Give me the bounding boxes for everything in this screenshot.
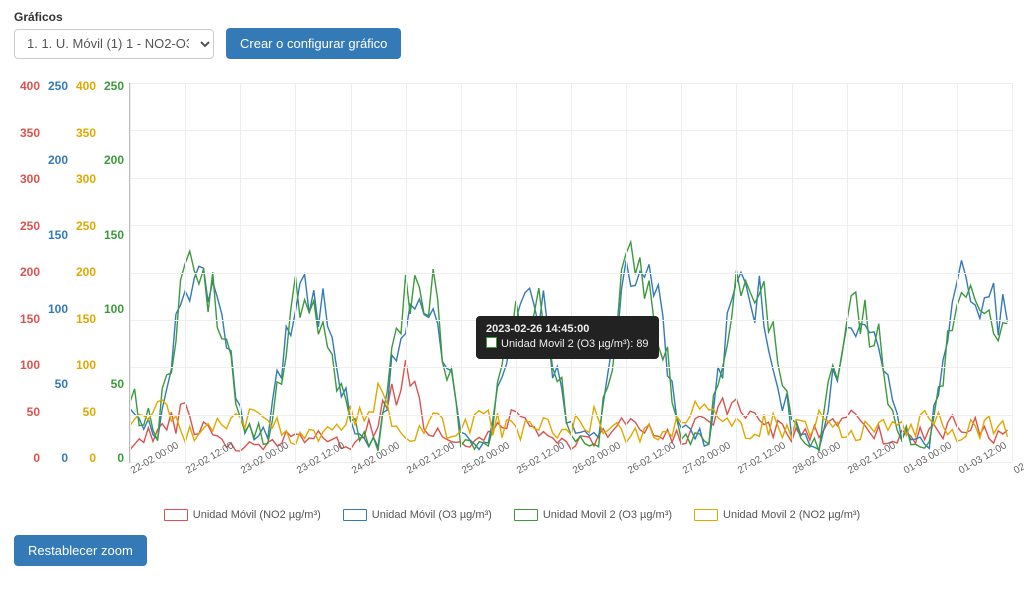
- legend-swatch: [164, 509, 188, 521]
- chart-tooltip: 2023-02-26 14:45:00 Unidad Movil 2 (O3 µ…: [476, 316, 659, 359]
- legend-item[interactable]: Unidad Movil 2 (NO2 µg/m³): [694, 509, 860, 521]
- legend-label: Unidad Móvil (NO2 µg/m³): [193, 509, 321, 521]
- x-axis: 22-02 00:0022-02 12:0023-02 00:0023-02 1…: [129, 465, 1012, 503]
- x-tick-label: 02-03 00:00: [1012, 440, 1024, 476]
- legend-item[interactable]: Unidad Móvil (NO2 µg/m³): [164, 509, 321, 521]
- chart-select-wrap: 1. 1. U. Móvil (1) 1 - NO2-O3: [14, 29, 214, 59]
- tooltip-label: Unidad Movil 2 (O3 µg/m³): 89: [501, 338, 649, 350]
- chart-select[interactable]: 1. 1. U. Móvil (1) 1 - NO2-O3: [14, 29, 214, 59]
- y-axis-2: 250200150100500: [42, 79, 68, 463]
- chart-area: 400350300250200150100500 250200150100500…: [14, 73, 1012, 503]
- tooltip-swatch: [486, 337, 497, 348]
- charts-title: Gráficos: [14, 10, 1010, 24]
- legend-item[interactable]: Unidad Móvil (O3 µg/m³): [343, 509, 492, 521]
- legend-item[interactable]: Unidad Movil 2 (O3 µg/m³): [514, 509, 672, 521]
- charts-header: Gráficos 1. 1. U. Móvil (1) 1 - NO2-O3 C…: [14, 10, 1010, 59]
- legend-label: Unidad Móvil (O3 µg/m³): [372, 509, 492, 521]
- legend-label: Unidad Movil 2 (O3 µg/m³): [543, 509, 672, 521]
- legend-swatch: [514, 509, 538, 521]
- y-axis-3: 400350300250200150100500: [70, 79, 96, 463]
- legend-label: Unidad Movil 2 (NO2 µg/m³): [723, 509, 860, 521]
- configure-chart-button[interactable]: Crear o configurar gráfico: [226, 28, 401, 59]
- chart-legend: Unidad Móvil (NO2 µg/m³) Unidad Móvil (O3…: [14, 509, 1010, 521]
- legend-swatch: [343, 509, 367, 521]
- legend-swatch: [694, 509, 718, 521]
- tooltip-timestamp: 2023-02-26 14:45:00: [486, 323, 589, 335]
- y-axis-4: 250200150100500: [98, 79, 124, 463]
- reset-zoom-button[interactable]: Restablecer zoom: [14, 535, 147, 566]
- plot-area[interactable]: [129, 83, 1012, 463]
- y-axis-1: 400350300250200150100500: [14, 79, 40, 463]
